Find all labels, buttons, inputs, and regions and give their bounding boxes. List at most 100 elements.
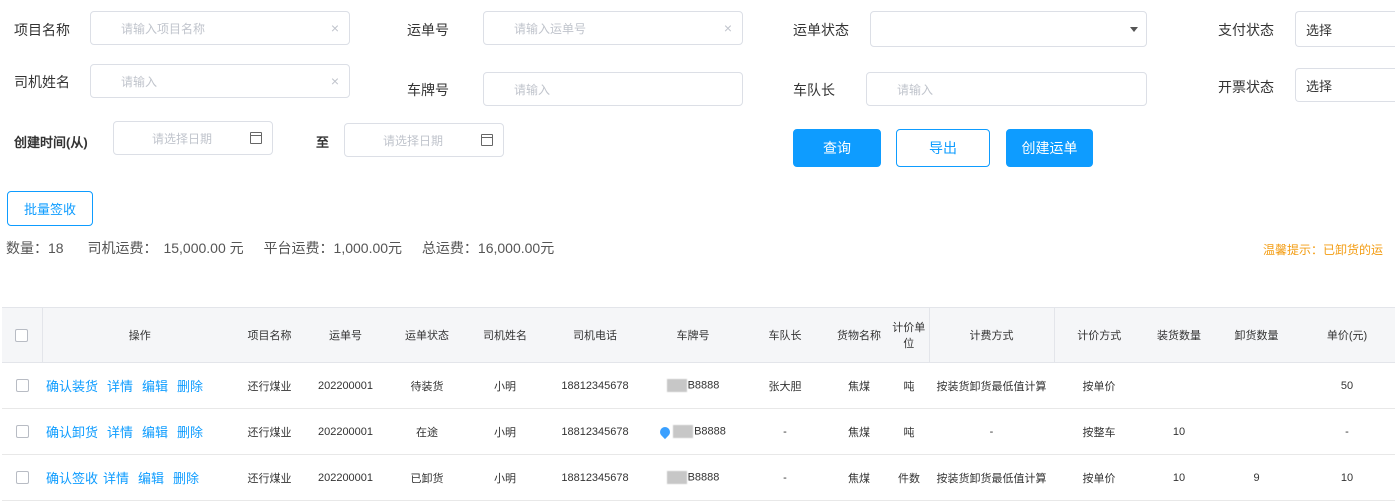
created-from-date-input[interactable]: 请选择日期 — [113, 121, 273, 155]
invoice-status-label: 开票状态 — [1218, 79, 1274, 95]
confirm-sign-link[interactable]: 确认签收 — [46, 471, 98, 486]
pay-status-value: 选择 — [1306, 22, 1333, 38]
batch-sign-button[interactable]: 批量签收 — [7, 191, 93, 226]
export-button[interactable]: 导出 — [896, 129, 990, 167]
cell-phone: 18812345678 — [545, 362, 645, 409]
cell-unit: 吨 — [889, 408, 929, 455]
confirm-unload-link[interactable]: 确认卸货 — [46, 425, 98, 440]
row-actions: 确认卸货 详情 编辑 删除 — [42, 408, 237, 455]
plate-text: B8888 — [687, 471, 720, 484]
delete-link[interactable]: 删除 — [173, 471, 199, 486]
row-select[interactable] — [2, 454, 42, 501]
edit-link[interactable]: 编辑 — [138, 471, 164, 486]
cell-phone: 18812345678 — [545, 454, 645, 501]
plate-no-input[interactable]: 请输入 — [483, 72, 743, 106]
cell-billing: 按装货卸货最低值计算 — [929, 454, 1054, 501]
cell-load-qty: 10 — [1144, 408, 1214, 455]
cell-pricing: 按单价 — [1054, 454, 1144, 501]
cell-project: 还行煤业 — [237, 408, 302, 455]
platform-fee-label: 平台运费： — [263, 240, 334, 256]
edit-link[interactable]: 编辑 — [142, 379, 168, 394]
row-select[interactable] — [2, 362, 42, 409]
waybill-status-select[interactable] — [870, 11, 1147, 47]
driver-name-placeholder: 请输入 — [121, 74, 158, 89]
cell-billing: - — [929, 408, 1054, 455]
cell-plate: B8888 — [645, 454, 741, 501]
cell-unit: 件数 — [889, 454, 929, 501]
waybill-no-placeholder: 请输入运单号 — [514, 21, 587, 36]
column-header: 计费方式 — [929, 307, 1055, 363]
cell-status: 已卸货 — [389, 454, 465, 501]
waybill-no-input[interactable]: 请输入运单号 × — [483, 11, 743, 45]
cell-load-qty — [1144, 362, 1214, 409]
cell-price: - — [1299, 408, 1395, 455]
cell-unload-qty — [1214, 362, 1299, 409]
waybill-table: 操作 项目名称 运单号 运单状态 司机姓名 司机电话 车牌号 车队长 货物名称 … — [2, 307, 1395, 501]
row-select[interactable] — [2, 408, 42, 455]
cell-driver: 小明 — [465, 408, 545, 455]
cell-status: 待装货 — [389, 362, 465, 409]
cell-goods: 焦煤 — [829, 408, 889, 455]
project-name-label: 项目名称 — [14, 22, 70, 38]
to-label: 至 — [316, 135, 330, 150]
clear-icon[interactable]: × — [321, 20, 349, 36]
created-to-date-input[interactable]: 请选择日期 — [344, 123, 504, 157]
cell-project: 还行煤业 — [237, 362, 302, 409]
cell-unload-qty: 9 — [1214, 454, 1299, 501]
detail-link[interactable]: 详情 — [107, 425, 133, 440]
detail-link[interactable]: 详情 — [103, 471, 129, 486]
column-header: 车队长 — [741, 307, 829, 363]
edit-link[interactable]: 编辑 — [142, 425, 168, 440]
cell-unload-qty — [1214, 408, 1299, 455]
delete-link[interactable]: 删除 — [177, 379, 203, 394]
create-waybill-button[interactable]: 创建运单 — [1006, 129, 1093, 167]
pay-status-select[interactable]: 选择 — [1295, 11, 1395, 47]
select-all-checkbox[interactable] — [15, 328, 29, 342]
cell-pricing: 按整车 — [1054, 408, 1144, 455]
clear-icon[interactable]: × — [321, 73, 349, 89]
cell-leader: 张大胆 — [741, 362, 829, 409]
column-header: 运单号 — [302, 307, 389, 363]
chevron-down-icon — [1130, 26, 1138, 32]
column-header: 运单状态 — [389, 307, 465, 363]
query-button[interactable]: 查询 — [793, 129, 881, 167]
row-checkbox[interactable] — [15, 379, 29, 392]
location-pin-icon[interactable] — [658, 424, 673, 439]
clear-icon[interactable]: × — [714, 20, 742, 36]
row-checkbox[interactable] — [15, 425, 29, 438]
header-select-all[interactable] — [2, 307, 43, 363]
column-header: 货物名称 — [829, 307, 889, 363]
row-actions: 确认装货 详情 编辑 删除 — [42, 362, 237, 409]
plate-no-label: 车牌号 — [407, 82, 449, 98]
team-leader-label: 车队长 — [793, 82, 835, 98]
confirm-load-link[interactable]: 确认装货 — [46, 379, 98, 394]
detail-link[interactable]: 详情 — [107, 379, 133, 394]
project-name-placeholder: 请输入项目名称 — [121, 21, 206, 36]
invoice-status-select[interactable]: 选择 — [1295, 68, 1395, 102]
created-from-placeholder: 请选择日期 — [152, 131, 213, 146]
team-leader-placeholder: 请输入 — [897, 82, 934, 97]
total-fee-value: 16,000.00元 — [477, 240, 555, 256]
platform-fee-value: 1,000.00元 — [333, 240, 403, 256]
row-actions: 确认签收 详情 编辑 删除 — [42, 454, 237, 501]
driver-name-input[interactable]: 请输入 × — [90, 64, 350, 98]
invoice-status-value: 选择 — [1306, 78, 1333, 94]
delete-link[interactable]: 删除 — [177, 425, 203, 440]
cell-price: 50 — [1299, 362, 1395, 409]
project-name-input[interactable]: 请输入项目名称 × — [90, 11, 350, 45]
cell-leader: - — [741, 454, 829, 501]
plate-redaction — [666, 379, 687, 392]
cell-goods: 焦煤 — [829, 362, 889, 409]
count-value: 18 — [48, 240, 64, 256]
row-checkbox[interactable] — [15, 471, 29, 484]
cell-billing: 按装货卸货最低值计算 — [929, 362, 1054, 409]
cell-project: 还行煤业 — [237, 454, 302, 501]
calendar-icon[interactable] — [250, 132, 262, 144]
table-row: 确认签收 详情 编辑 删除 还行煤业 202200001 已卸货 小明 1881234… — [2, 454, 1395, 501]
calendar-icon[interactable] — [481, 134, 493, 146]
cell-plate: B8888 — [645, 362, 741, 409]
created-to-placeholder: 请选择日期 — [383, 133, 444, 148]
team-leader-input[interactable]: 请输入 — [866, 72, 1147, 106]
table-row: 确认装货 详情 编辑 删除 还行煤业 202200001 待装货 小明 1881234… — [2, 362, 1395, 409]
column-header: 装货数量 — [1144, 307, 1214, 363]
